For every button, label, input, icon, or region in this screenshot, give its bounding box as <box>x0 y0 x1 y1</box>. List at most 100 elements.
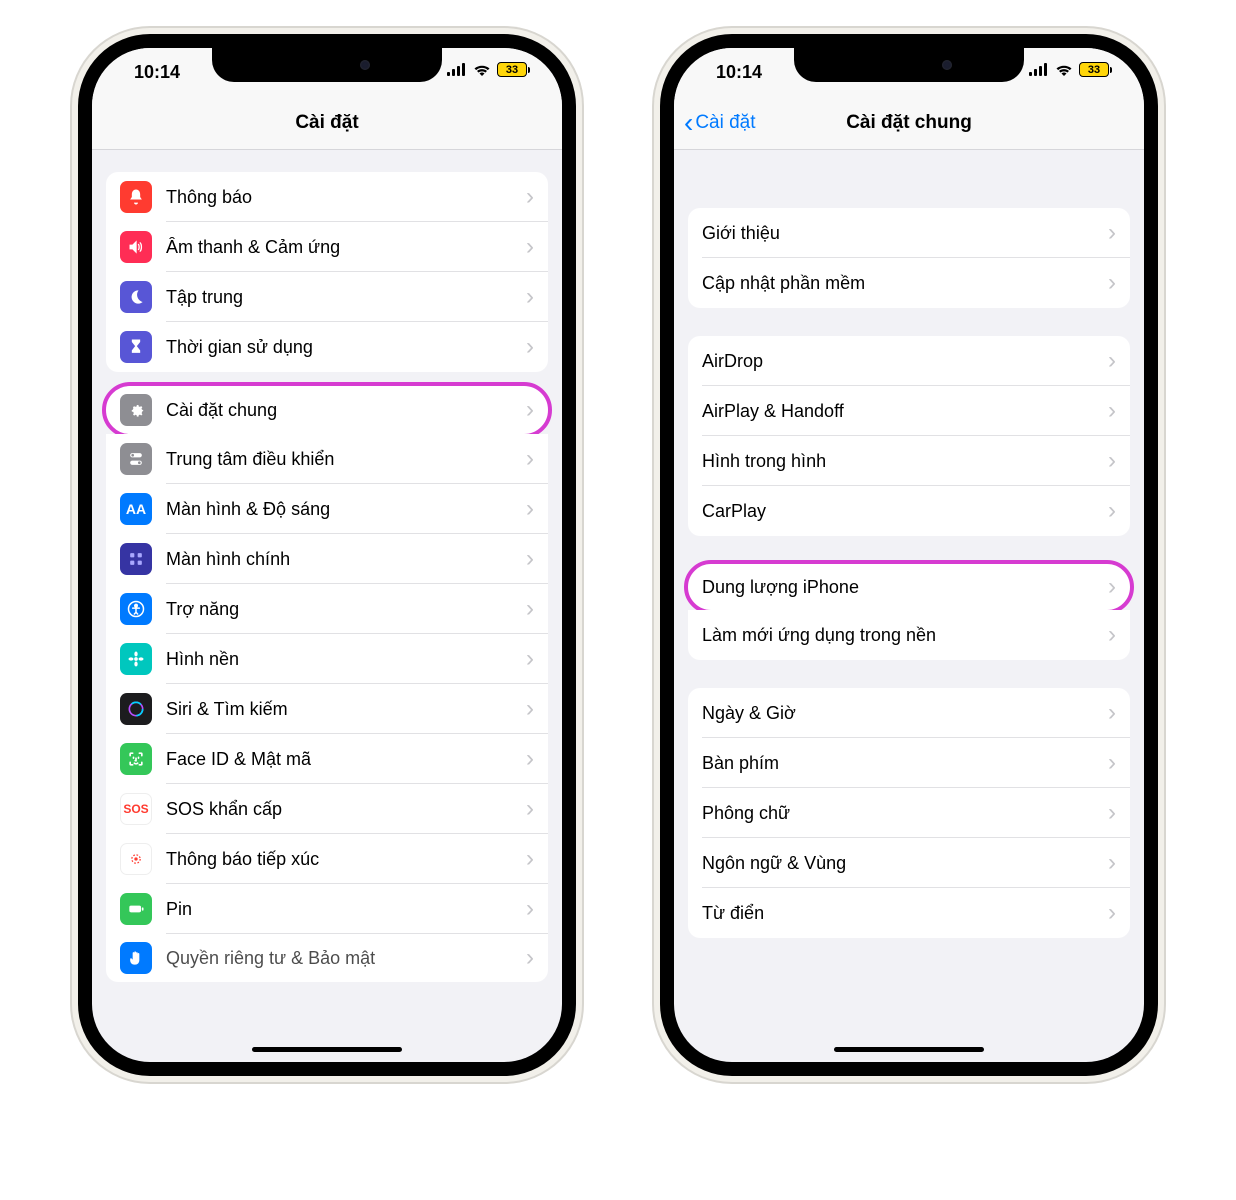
chevron-right-icon: › <box>520 285 534 309</box>
row-sos[interactable]: SOS SOS khẩn cấp › <box>106 784 548 834</box>
speaker-icon <box>120 231 152 263</box>
row-label: Quyền riêng tư & Bảo mật <box>166 948 520 969</box>
chevron-right-icon: › <box>520 647 534 671</box>
row-iphone-storage[interactable]: Dung lượng iPhone › <box>688 564 1130 610</box>
row-label: Pin <box>166 899 520 920</box>
row-siri[interactable]: Siri & Tìm kiếm › <box>106 684 548 734</box>
row-keyboard[interactable]: Bàn phím › <box>688 738 1130 788</box>
status-time: 10:14 <box>702 62 762 83</box>
row-label: AirDrop <box>702 351 1102 372</box>
row-label: Cài đặt chung <box>166 400 520 421</box>
chevron-right-icon: › <box>520 847 534 871</box>
chevron-right-icon: › <box>1102 499 1116 523</box>
row-notifications[interactable]: Thông báo › <box>106 172 548 222</box>
gear-icon <box>120 394 152 426</box>
row-battery[interactable]: Pin › <box>106 884 548 934</box>
back-button[interactable]: ‹ Cài đặt <box>684 109 756 137</box>
chevron-right-icon: › <box>520 897 534 921</box>
row-label: Ngôn ngữ & Vùng <box>702 853 1102 874</box>
notch <box>794 48 1024 82</box>
chevron-right-icon: › <box>520 447 534 471</box>
notch <box>212 48 442 82</box>
chevron-right-icon: › <box>1102 349 1116 373</box>
row-dictionary[interactable]: Từ điển › <box>688 888 1130 938</box>
hand-icon <box>120 942 152 974</box>
chevron-right-icon: › <box>1102 575 1116 599</box>
sos-icon: SOS <box>120 793 152 825</box>
row-airplay[interactable]: AirPlay & Handoff › <box>688 386 1130 436</box>
row-software-update[interactable]: Cập nhật phần mềm › <box>688 258 1130 308</box>
row-focus[interactable]: Tập trung › <box>106 272 548 322</box>
page-title: Cài đặt <box>295 112 358 134</box>
chevron-right-icon: › <box>520 235 534 259</box>
row-screentime[interactable]: Thời gian sử dụng › <box>106 322 548 372</box>
row-bg-refresh[interactable]: Làm mới ứng dụng trong nền › <box>688 610 1130 660</box>
switches-icon <box>120 443 152 475</box>
chevron-right-icon: › <box>520 398 534 422</box>
row-pip[interactable]: Hình trong hình › <box>688 436 1130 486</box>
row-label: Tập trung <box>166 287 520 308</box>
chevron-right-icon: › <box>1102 701 1116 725</box>
chevron-right-icon: › <box>520 697 534 721</box>
row-about[interactable]: Giới thiệu › <box>688 208 1130 258</box>
row-label: Giới thiệu <box>702 223 1102 244</box>
row-datetime[interactable]: Ngày & Giờ › <box>688 688 1130 738</box>
row-display[interactable]: AA Màn hình & Độ sáng › <box>106 484 548 534</box>
row-label: Hình trong hình <box>702 451 1102 472</box>
row-faceid[interactable]: Face ID & Mật mã › <box>106 734 548 784</box>
row-label: Từ điển <box>702 903 1102 924</box>
home-indicator[interactable] <box>252 1047 402 1052</box>
row-label: Ngày & Giờ <box>702 703 1102 724</box>
row-label: Âm thanh & Cảm ứng <box>166 237 520 258</box>
row-label: Thời gian sử dụng <box>166 337 520 358</box>
general-list[interactable]: Giới thiệu › Cập nhật phần mềm › AirDrop… <box>674 150 1144 1062</box>
row-exposure[interactable]: Thông báo tiếp xúc › <box>106 834 548 884</box>
chevron-right-icon: › <box>520 497 534 521</box>
row-label: Trung tâm điều khiển <box>166 449 520 470</box>
section: Làm mới ứng dụng trong nền › <box>688 610 1130 660</box>
chevron-right-icon: › <box>1102 801 1116 825</box>
row-label: Phông chữ <box>702 803 1102 824</box>
row-homescreen[interactable]: Màn hình chính › <box>106 534 548 584</box>
chevron-right-icon: › <box>520 335 534 359</box>
chevron-right-icon: › <box>1102 271 1116 295</box>
row-general[interactable]: Cài đặt chung › <box>106 386 548 434</box>
battery-icon: 33 <box>497 62 530 77</box>
row-carplay[interactable]: CarPlay › <box>688 486 1130 536</box>
wifi-icon <box>473 63 491 76</box>
grid-icon <box>120 543 152 575</box>
section: AirDrop › AirPlay & Handoff › Hình trong… <box>688 336 1130 536</box>
chevron-right-icon: › <box>1102 449 1116 473</box>
chevron-right-icon: › <box>520 185 534 209</box>
row-fonts[interactable]: Phông chữ › <box>688 788 1130 838</box>
status-time: 10:14 <box>120 62 180 83</box>
row-label: Cập nhật phần mềm <box>702 273 1102 294</box>
row-label: CarPlay <box>702 501 1102 522</box>
row-label: SOS khẩn cấp <box>166 799 520 820</box>
person-icon <box>120 593 152 625</box>
row-sounds[interactable]: Âm thanh & Cảm ứng › <box>106 222 548 272</box>
home-indicator[interactable] <box>834 1047 984 1052</box>
row-general-highlight: Cài đặt chung › <box>102 382 552 438</box>
chevron-right-icon: › <box>520 597 534 621</box>
chevron-right-icon: › <box>1102 221 1116 245</box>
row-accessibility[interactable]: Trợ năng › <box>106 584 548 634</box>
chevron-right-icon: › <box>520 547 534 571</box>
settings-list[interactable]: Thông báo › Âm thanh & Cảm ứng › Tập tru… <box>92 150 562 1062</box>
chevron-right-icon: › <box>1102 623 1116 647</box>
row-label: Làm mới ứng dụng trong nền <box>702 625 1102 646</box>
chevron-right-icon: › <box>1102 751 1116 775</box>
row-controlcenter[interactable]: Trung tâm điều khiển › <box>106 434 548 484</box>
signal-icon <box>1029 63 1049 76</box>
row-wallpaper[interactable]: Hình nền › <box>106 634 548 684</box>
flower-icon <box>120 643 152 675</box>
wifi-icon <box>1055 63 1073 76</box>
signal-icon <box>447 63 467 76</box>
chevron-right-icon: › <box>1102 851 1116 875</box>
row-language[interactable]: Ngôn ngữ & Vùng › <box>688 838 1130 888</box>
row-privacy[interactable]: Quyền riêng tư & Bảo mật › <box>106 934 548 982</box>
row-airdrop[interactable]: AirDrop › <box>688 336 1130 386</box>
row-storage-highlight: Dung lượng iPhone › <box>684 560 1134 614</box>
section: Trung tâm điều khiển › AA Màn hình & Độ … <box>106 434 548 982</box>
chevron-right-icon: › <box>520 747 534 771</box>
